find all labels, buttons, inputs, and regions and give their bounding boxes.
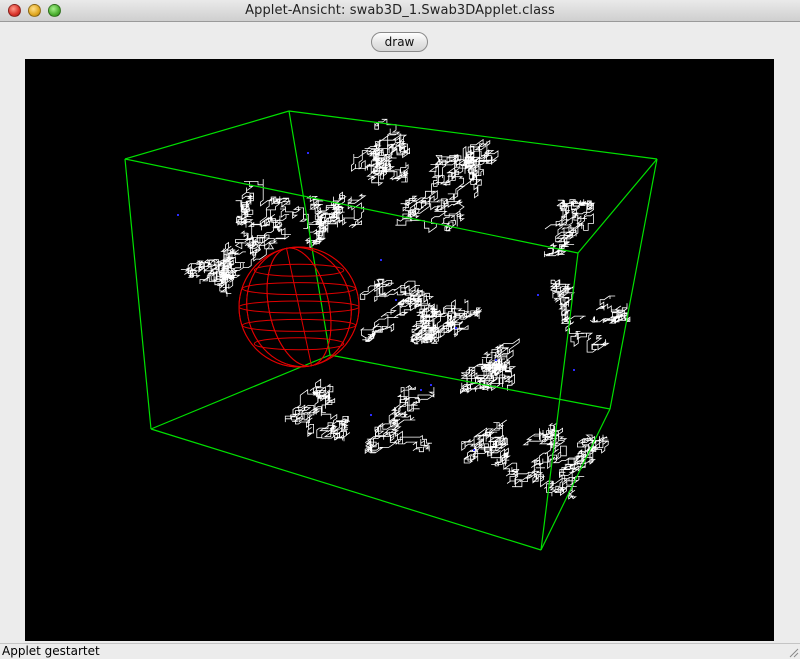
box-edge	[124, 158, 152, 430]
wireframe-sphere	[238, 246, 360, 368]
status-text: Applet gestartet	[2, 644, 100, 658]
sphere-latitude	[253, 263, 345, 277]
sphere-meridian	[287, 248, 312, 365]
walk-marker	[395, 299, 397, 301]
walk-path	[314, 191, 367, 233]
walk-path	[460, 338, 520, 395]
toolbar: draw	[0, 22, 800, 58]
box-edge	[124, 158, 579, 254]
walk-path	[549, 279, 610, 353]
box-edge	[329, 354, 611, 410]
window-title: Applet-Ansicht: swab3D_1.Swab3DApplet.cl…	[245, 3, 555, 18]
walk-marker	[473, 449, 475, 451]
scene-3d-view	[124, 110, 658, 551]
walk-path	[180, 258, 237, 297]
walk-path	[503, 422, 588, 500]
walk-path	[351, 118, 410, 187]
walk-marker	[495, 359, 497, 361]
box-edge	[540, 408, 611, 551]
walk-marker	[307, 152, 309, 154]
sphere-latitude	[253, 337, 345, 351]
box-edge	[150, 428, 542, 551]
random-walk-paths	[180, 118, 631, 500]
walk-marker	[455, 327, 457, 329]
walk-path	[544, 199, 596, 258]
applet-viewer-window: Applet-Ansicht: swab3D_1.Swab3DApplet.cl…	[0, 0, 800, 659]
sphere-latitude	[241, 318, 357, 332]
walk-path	[446, 138, 499, 199]
walk-marker	[430, 384, 432, 386]
walk-marker	[573, 369, 575, 371]
walk-path	[461, 419, 511, 467]
walk-path	[234, 179, 327, 251]
box-edge	[288, 110, 658, 160]
walk-marker	[370, 414, 372, 416]
walk-path	[284, 378, 351, 442]
resize-grip-icon[interactable]	[787, 646, 799, 658]
applet-canvas[interactable]	[25, 59, 774, 641]
draw-button[interactable]: draw	[371, 32, 428, 52]
status-bar: Applet gestartet	[0, 643, 800, 659]
walk-marker	[177, 214, 179, 216]
walk-marker	[380, 259, 382, 261]
box-edge	[609, 158, 658, 410]
box-edge	[124, 110, 290, 160]
title-bar: Applet-Ansicht: swab3D_1.Swab3DApplet.cl…	[0, 0, 800, 22]
walk-path	[364, 384, 435, 455]
walk-path	[589, 295, 631, 324]
sphere-latitude	[241, 282, 357, 296]
walk-markers	[177, 152, 575, 451]
walk-marker	[537, 294, 539, 296]
walk-marker	[420, 389, 422, 391]
box-edge	[577, 158, 658, 254]
box-edge	[150, 354, 331, 430]
